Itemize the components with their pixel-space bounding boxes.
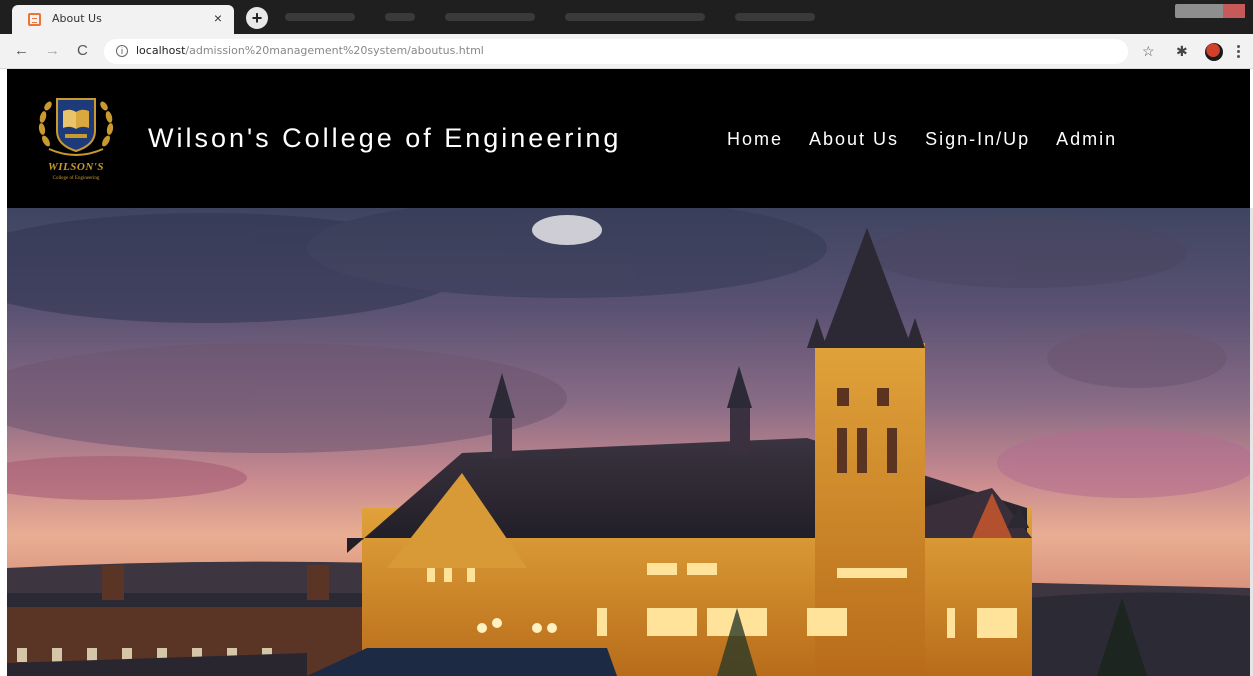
nav-home[interactable]: Home	[727, 129, 783, 150]
nav-about-us[interactable]: About Us	[809, 129, 899, 150]
logo-name: WILSON'S	[48, 161, 104, 173]
forward-arrow-icon[interactable]: →	[45, 42, 60, 60]
url-host: localhost	[136, 44, 186, 57]
site-title: Wilson's College of Engineering	[148, 123, 622, 153]
url-text[interactable]: localhost/admission%20management%20syste…	[136, 44, 484, 57]
window-controls[interactable]	[1175, 4, 1245, 18]
browser-toolbar: ← → C i localhost/admission%20management…	[0, 34, 1253, 69]
hero-image	[7, 208, 1250, 676]
page-favicon-icon	[28, 13, 41, 26]
address-bar[interactable]: i localhost/admission%20management%20sys…	[104, 39, 1128, 64]
site-header: WILSON'S College of Engineering Wilson's…	[7, 69, 1250, 208]
star-icon[interactable]: ☆	[1142, 43, 1155, 60]
logo-subtitle: College of Engineering	[52, 176, 100, 181]
browser-tab-strip: About Us × +	[0, 0, 1253, 34]
blurred-tabs	[285, 13, 825, 22]
back-arrow-icon[interactable]: ←	[14, 42, 29, 60]
info-icon[interactable]: i	[116, 45, 128, 57]
avatar[interactable]	[1205, 43, 1223, 61]
laurel-book-emblem-icon	[38, 98, 114, 156]
college-logo[interactable]: WILSON'S College of Engineering	[35, 91, 117, 187]
main-nav: Home About Us Sign-In/Up Admin	[727, 129, 1117, 150]
browser-tab-about-us[interactable]: About Us ×	[12, 5, 234, 34]
nav-admin[interactable]: Admin	[1056, 129, 1117, 150]
tab-close-icon[interactable]: ×	[214, 10, 222, 26]
tab-title: About Us	[52, 12, 102, 25]
new-tab-button[interactable]: +	[246, 7, 268, 29]
puzzle-icon[interactable]: ✱	[1176, 43, 1188, 60]
url-path: /admission%20management%20system/aboutus…	[185, 44, 484, 57]
nav-sign-in-up[interactable]: Sign-In/Up	[925, 129, 1030, 150]
kebab-menu-icon[interactable]	[1237, 45, 1240, 59]
reload-icon[interactable]: C	[77, 42, 88, 60]
college-building-image	[7, 208, 1250, 676]
